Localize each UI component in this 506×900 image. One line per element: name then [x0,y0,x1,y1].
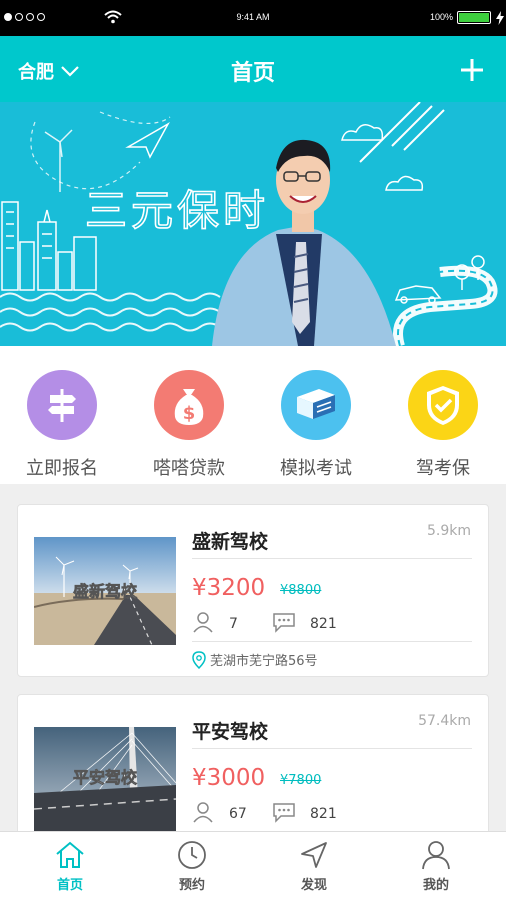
home-icon [56,841,84,868]
comment-icon [273,613,295,633]
divider [192,641,472,642]
signpost-icon [27,370,97,440]
divider [192,558,472,559]
school-name: 平安驾校 [192,721,269,743]
add-icon[interactable] [458,56,486,84]
menu-label: 立即报名 [26,458,98,479]
status-bar: 9:41 AM 100% [0,0,506,36]
school-card[interactable]: 平安驾校 平安驾校 57.4km ¥3000 ¥7800 67 821 [17,694,489,854]
nav-header: 合肥 首页 [0,36,506,102]
address-text: 芜湖市芜宁路56号 [210,654,318,669]
menu-item-loan[interactable]: $ 嗒嗒贷款 [134,370,244,480]
quick-menu: 立即报名 $ 嗒嗒贷款 模拟考试 驾考保 [0,346,506,484]
school-address[interactable]: 芜湖市芜宁路56号 [192,650,318,669]
thumb-caption: 平安驾校 [73,768,138,787]
charging-icon [496,11,504,25]
tab-label: 首页 [56,878,83,893]
tab-discover[interactable]: 发现 [274,840,354,893]
comment-count: 821 [310,806,337,822]
banner-illustration: 三元保时 [0,102,498,346]
school-card[interactable]: 盛新驾校 盛新驾校 5.9km ¥3200 ¥8800 7 821 芜湖市芜宁路… [17,504,489,677]
school-price: ¥3200 [192,575,266,601]
bottom-tab-bar: 首页 预约 发现 我的 [0,831,506,900]
menu-item-insurance[interactable]: 驾考保 [388,370,498,480]
money-bag-icon: $ [154,370,224,440]
user-icon [193,802,213,823]
student-count: 67 [229,806,247,822]
city-selector[interactable]: 合肥 [18,58,80,84]
user-icon [193,612,213,633]
svg-text:$: $ [183,403,196,424]
tab-label: 我的 [422,878,449,893]
school-thumbnail: 平安驾校 [34,727,176,835]
location-pin-icon [192,650,206,669]
tab-booking[interactable]: 预约 [152,840,232,893]
banner-headline: 三元保时 [85,186,269,235]
tab-profile[interactable]: 我的 [396,840,476,893]
school-price: ¥3000 [192,765,266,791]
menu-label: 驾考保 [416,458,470,479]
battery-icon [457,11,491,24]
menu-item-mock-exam[interactable]: 模拟考试 [261,370,371,480]
city-label: 合肥 [18,62,54,83]
school-thumbnail: 盛新驾校 [34,537,176,645]
school-distance: 5.9km [426,523,471,539]
shield-check-icon [408,370,478,440]
clock-icon [178,841,206,869]
battery-percent: 100% [430,12,454,22]
promo-banner[interactable]: 三元保时 [0,102,506,346]
school-original-price: ¥7800 [280,773,322,788]
tab-label: 预约 [178,878,205,893]
comment-count: 821 [310,616,337,632]
tab-label: 发现 [300,878,327,893]
school-original-price: ¥8800 [280,583,322,598]
tab-home[interactable]: 首页 [30,840,110,893]
school-name: 盛新驾校 [192,531,269,553]
menu-item-signup[interactable]: 立即报名 [7,370,117,480]
thumb-caption: 盛新驾校 [73,582,138,601]
school-distance: 57.4km [418,713,471,729]
menu-label: 模拟考试 [280,458,352,479]
navigation-icon [301,842,327,868]
menu-label: 嗒嗒贷款 [153,458,225,479]
comment-icon [273,803,295,823]
app-screen: 9:41 AM 100% 合肥 首页 三元保时 立即报名 $ 嗒嗒贷款 模拟考试… [0,0,506,900]
user-icon [422,841,450,870]
divider [192,748,472,749]
chevron-down-icon [61,66,79,77]
book-icon [281,370,351,440]
student-count: 7 [229,616,238,632]
